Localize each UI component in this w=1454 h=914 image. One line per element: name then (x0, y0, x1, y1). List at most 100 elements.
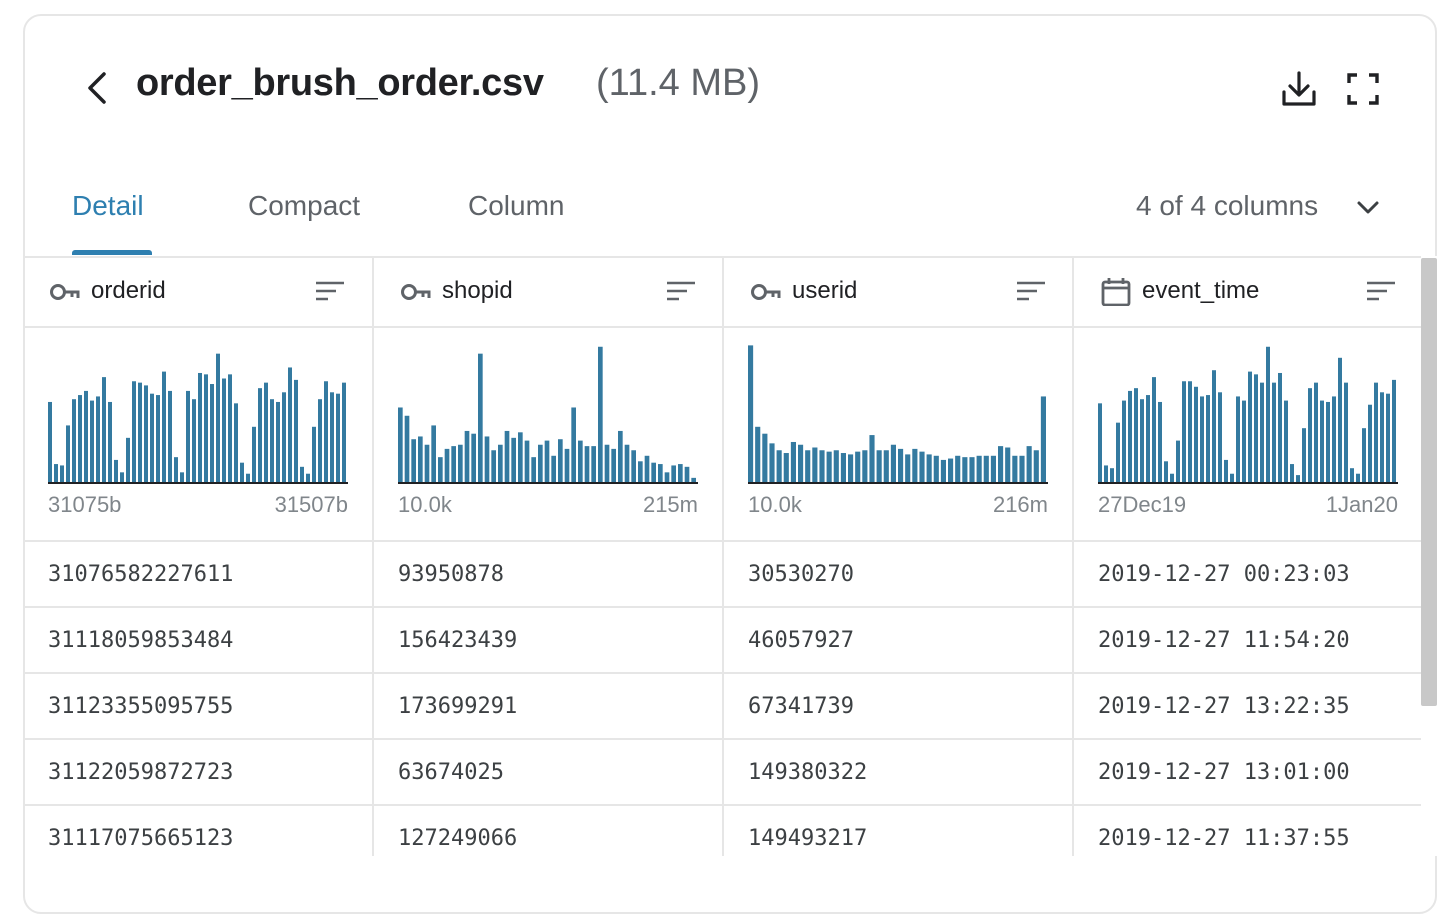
table-cell: 149380322 (748, 760, 868, 785)
table-cell: 127249066 (398, 826, 518, 851)
histogram-bar (108, 401, 112, 482)
data-table: orderid shopid userid event_time 31075b … (23, 256, 1421, 856)
histogram-bar (611, 448, 616, 482)
column-header-userid[interactable]: userid (724, 256, 1072, 326)
histogram-bar (1212, 370, 1216, 482)
histogram-bar (234, 403, 238, 482)
histogram-bar (330, 392, 334, 482)
tab-detail[interactable]: Detail (72, 190, 144, 222)
histogram-bar (969, 457, 975, 482)
histogram-bar (1218, 392, 1222, 482)
column-header-orderid[interactable]: orderid (23, 256, 372, 326)
column-name: userid (792, 277, 858, 304)
histogram-bar (833, 450, 839, 482)
histogram-bar (156, 395, 160, 482)
download-icon[interactable] (1280, 70, 1318, 108)
histogram-bar (288, 367, 292, 482)
histogram-bar (651, 462, 656, 482)
histogram-bar (848, 454, 854, 482)
histogram-bar (558, 439, 563, 482)
histogram-bar (584, 446, 590, 482)
sort-icon[interactable] (666, 280, 696, 302)
histogram-bar (60, 465, 64, 482)
histogram-bar (919, 451, 925, 482)
histogram-bar (684, 466, 690, 482)
histogram-bar (1170, 473, 1174, 482)
histogram-bar (840, 453, 846, 482)
histogram-bar (805, 450, 811, 482)
histogram-bar (1128, 390, 1132, 482)
histogram-bar (869, 435, 875, 482)
histogram-bar (1134, 388, 1138, 482)
sort-icon[interactable] (315, 280, 345, 302)
histogram-bar (294, 379, 298, 482)
histogram-bar (1176, 440, 1180, 482)
tab-compact[interactable]: Compact (248, 190, 360, 222)
histogram-bar (1005, 447, 1011, 482)
scrollbar-thumb[interactable] (1421, 258, 1437, 706)
histogram-bar (216, 353, 220, 482)
histogram-bar (755, 426, 761, 482)
histogram-bar (264, 382, 268, 482)
histogram-bar (1308, 388, 1312, 482)
histogram-bar (1356, 473, 1360, 482)
column-selector[interactable]: 4 of 4 columns (1136, 190, 1318, 222)
histogram-bar (1344, 382, 1348, 482)
histogram-bar (404, 415, 410, 482)
histogram-bar (1040, 396, 1046, 482)
histogram-bar (240, 462, 244, 482)
histogram-bar (198, 372, 202, 482)
sort-icon[interactable] (1366, 280, 1396, 302)
histogram-bar (905, 454, 911, 482)
histogram-bar (631, 450, 636, 482)
histogram-bar (318, 399, 322, 482)
sort-icon[interactable] (1016, 280, 1046, 302)
histogram-bar (933, 455, 939, 482)
histogram-bar (471, 433, 476, 482)
key-icon (401, 284, 431, 300)
histogram-bar (222, 378, 226, 482)
table-cell: 31076582227611 (48, 562, 234, 587)
column-name: shopid (442, 277, 513, 304)
histogram-bar (48, 401, 52, 482)
histogram-bar (411, 439, 416, 482)
histogram-bar (976, 455, 982, 482)
histogram-bar (1033, 450, 1039, 482)
histogram-bar (132, 381, 136, 482)
histogram-bar (1098, 403, 1102, 482)
histogram-min-label: 10.0k (748, 492, 802, 517)
histogram-bar (1182, 381, 1186, 482)
histogram-bar (1104, 465, 1108, 482)
histogram-min-label: 31075b (48, 492, 122, 517)
chevron-left-icon[interactable] (82, 68, 114, 108)
histogram-bar (504, 430, 510, 482)
histogram-bar (478, 353, 483, 482)
histogram-bar (464, 430, 470, 482)
histogram-bar (312, 426, 316, 482)
tab-column[interactable]: Column (468, 190, 564, 222)
table-cell: 31122059872723 (48, 760, 234, 785)
table-cell: 2019-12-27 11:37:55 (1098, 826, 1350, 851)
histogram-bar (812, 447, 818, 482)
column-header-shopid[interactable]: shopid (374, 256, 722, 326)
histogram-bar (1260, 382, 1264, 482)
column-name: event_time (1142, 277, 1260, 304)
table-cell: 63674025 (398, 760, 504, 785)
histogram-bar (1236, 396, 1240, 482)
table-cell: 2019-12-27 13:01:00 (1098, 760, 1350, 785)
histogram-bar (168, 390, 172, 482)
key-icon (751, 284, 781, 300)
histogram-bar (1206, 395, 1210, 482)
histogram-bar (1164, 461, 1168, 482)
histogram-bar (324, 381, 328, 482)
histogram-bar (776, 450, 782, 482)
table-cell: 156423439 (398, 628, 518, 653)
table-cell: 2019-12-27 13:22:35 (1098, 694, 1350, 719)
fullscreen-icon[interactable] (1346, 72, 1380, 106)
calendar-icon (1101, 278, 1131, 306)
histogram-bar (855, 451, 861, 482)
chevron-down-icon[interactable] (1356, 198, 1380, 218)
column-header-event-time[interactable]: event_time (1074, 256, 1421, 326)
histogram-bar (1012, 455, 1018, 482)
histogram-bar (491, 450, 496, 482)
